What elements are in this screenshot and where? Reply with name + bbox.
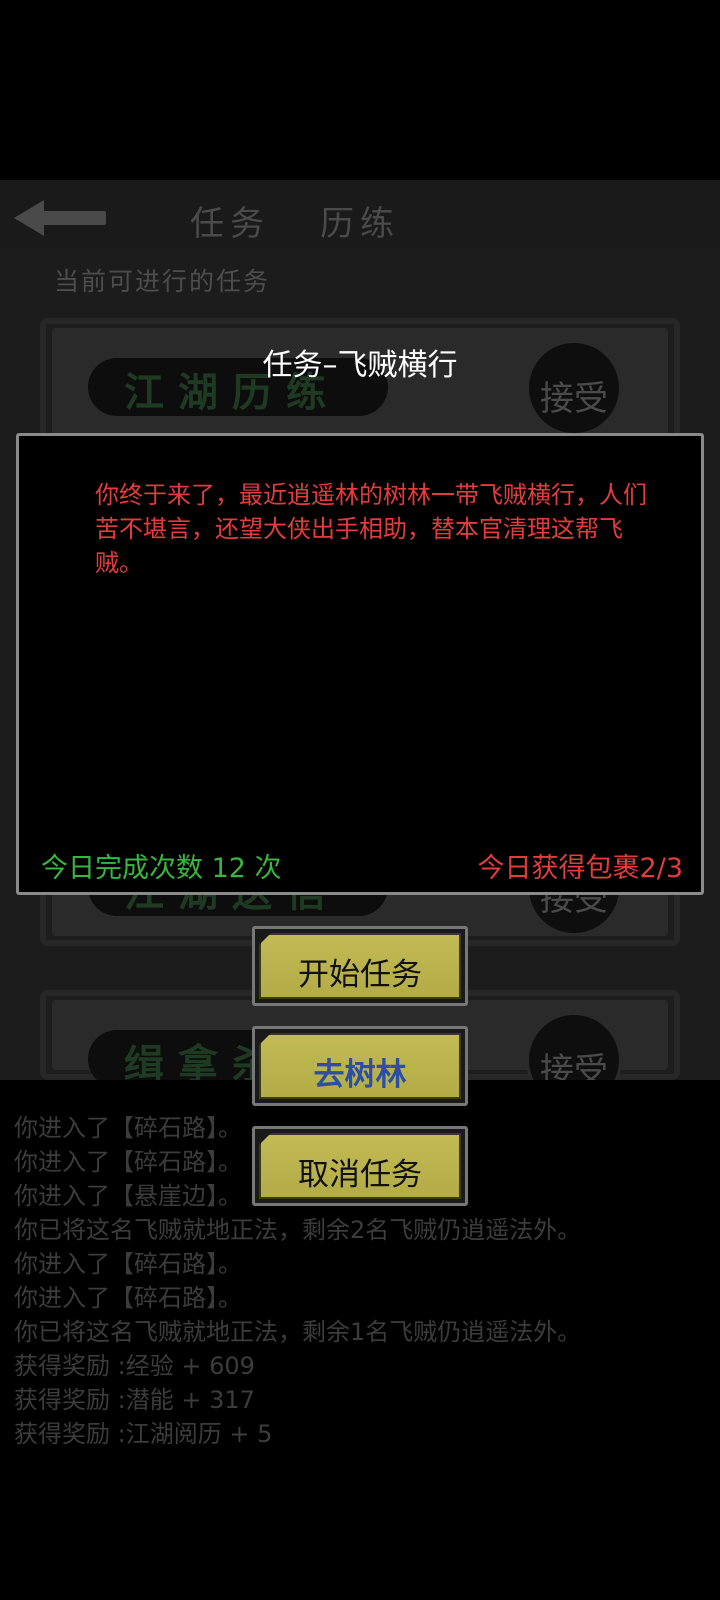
- tab-training[interactable]: 历练: [320, 196, 400, 245]
- log-line: 你进入了【碎石路】。: [14, 1250, 242, 1278]
- log-line: 你进入了【碎石路】。: [14, 1148, 242, 1176]
- log-line: 你进入了【碎石路】。: [14, 1284, 242, 1312]
- log-line: 你已将这名飞贼就地正法，剩余2名飞贼仍逍遥法外。: [14, 1216, 582, 1244]
- task-dialog: 你终于来了，最近逍遥林的树林一带飞贼横行，人们苦不堪言，还望大侠出手相助，替本官…: [16, 433, 704, 895]
- log-line: 获得奖励 :江湖阅历 + 5: [14, 1420, 273, 1448]
- log-line: 获得奖励 :潜能 + 317: [14, 1386, 255, 1414]
- log-line: 获得奖励 :经验 + 609: [14, 1352, 255, 1380]
- cancel-task-button[interactable]: 取消任务: [252, 1126, 468, 1206]
- daily-package-count: 今日获得包裹2/3: [477, 853, 683, 884]
- task-list-subtitle: 当前可进行的任务: [54, 267, 271, 296]
- go-to-woods-button[interactable]: 去树林: [252, 1026, 468, 1106]
- daily-completion-count: 今日完成次数 12 次: [41, 853, 282, 884]
- start-task-label: 开始任务: [298, 957, 422, 993]
- back-arrow-icon[interactable]: [14, 200, 106, 236]
- go-to-woods-label: 去树林: [313, 1057, 407, 1093]
- modal-title: 任务–飞贼横行: [262, 348, 458, 383]
- start-task-button[interactable]: 开始任务: [252, 926, 468, 1006]
- log-line: 你进入了【碎石路】。: [14, 1114, 242, 1142]
- cancel-task-label: 取消任务: [298, 1157, 422, 1193]
- log-line: 你进入了【悬崖边】。: [14, 1182, 242, 1210]
- task-description: 你终于来了，最近逍遥林的树林一带飞贼横行，人们苦不堪言，还望大侠出手相助，替本官…: [95, 481, 647, 577]
- tab-tasks[interactable]: 任务: [190, 196, 270, 245]
- log-line: 你已将这名飞贼就地正法，剩余1名飞贼仍逍遥法外。: [14, 1318, 582, 1346]
